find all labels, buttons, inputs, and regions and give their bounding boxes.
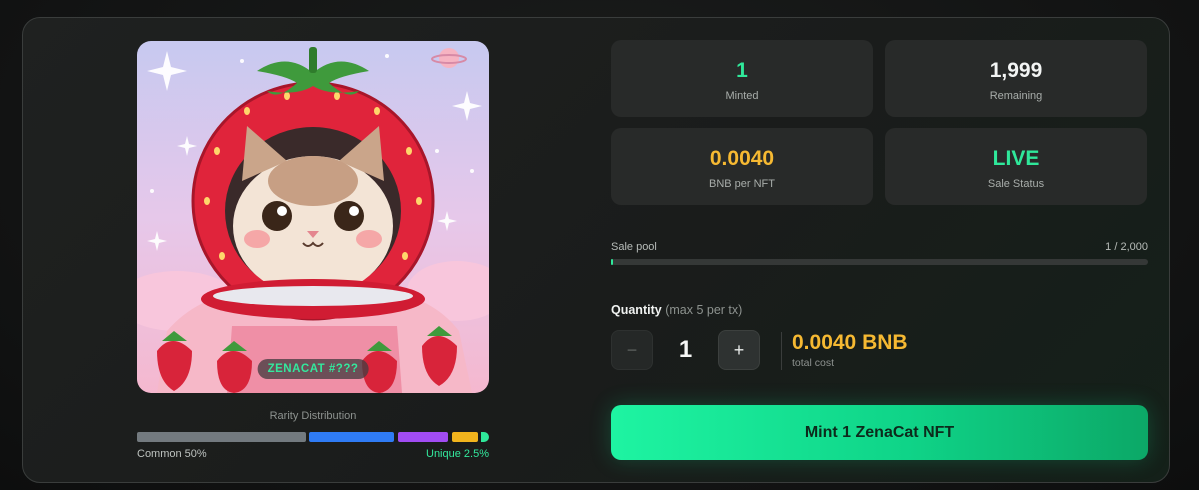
- total-cost-value: 0.0040 BNB: [792, 331, 908, 354]
- price-stat-card: 0.0040 BNB per NFT: [611, 128, 873, 205]
- price-label: BNB per NFT: [708, 178, 775, 190]
- rarity-distribution-bar: [137, 432, 489, 442]
- minted-value: 1: [736, 59, 748, 82]
- nft-preview-image: ZENACAT #???: [137, 41, 489, 393]
- quantity-hint: (max 5 per tx): [665, 303, 743, 317]
- rarity-segment-common: [137, 432, 306, 442]
- price-value: 0.0040: [709, 147, 775, 170]
- remaining-label: Remaining: [989, 90, 1043, 102]
- total-cost-label: total cost: [792, 357, 835, 369]
- sale-status-stat-card: LIVE Sale Status: [885, 128, 1147, 205]
- sale-status-value: LIVE: [992, 147, 1040, 170]
- rarity-distribution-label: Rarity Distribution: [269, 410, 357, 422]
- sale-pool-progress-bar: [611, 259, 1148, 265]
- astronaut-cat-illustration: [137, 47, 489, 393]
- sale-pool-row: Sale pool 1 / 2,000: [611, 241, 1148, 253]
- rarity-unique-label: Unique 2.5%: [426, 448, 489, 460]
- sale-pool-label: Sale pool: [611, 241, 657, 253]
- rarity-segment-uncommon: [309, 432, 394, 442]
- rarity-segment-epic: [452, 432, 478, 442]
- sale-pool-progress-text: 1 / 2,000: [1105, 241, 1148, 253]
- decrease-quantity-button[interactable]: −: [611, 330, 653, 370]
- nft-id-badge: ZENACAT #???: [257, 359, 369, 379]
- remaining-value: 1,999: [989, 59, 1043, 82]
- sale-pool-progress-fill: [611, 259, 614, 265]
- sale-status-label: Sale Status: [987, 178, 1045, 190]
- quantity-label: Quantity (max 5 per tx): [611, 303, 742, 317]
- quantity-divider: [781, 332, 782, 370]
- rarity-common-label: Common 50%: [137, 448, 207, 460]
- quantity-title: Quantity: [611, 303, 662, 317]
- increase-quantity-button[interactable]: +: [718, 330, 760, 370]
- rarity-segment-rare: [398, 432, 448, 442]
- quantity-value: 1: [678, 336, 693, 363]
- minted-stat-card: 1 Minted: [611, 40, 873, 117]
- remaining-stat-card: 1,999 Remaining: [885, 40, 1147, 117]
- rarity-segment-unique: [481, 432, 489, 442]
- mint-button[interactable]: Mint 1 ZenaCat NFT: [611, 405, 1148, 460]
- mint-panel: ZENACAT #??? Rarity Distribution Common …: [22, 17, 1170, 483]
- minted-label: Minted: [725, 90, 759, 102]
